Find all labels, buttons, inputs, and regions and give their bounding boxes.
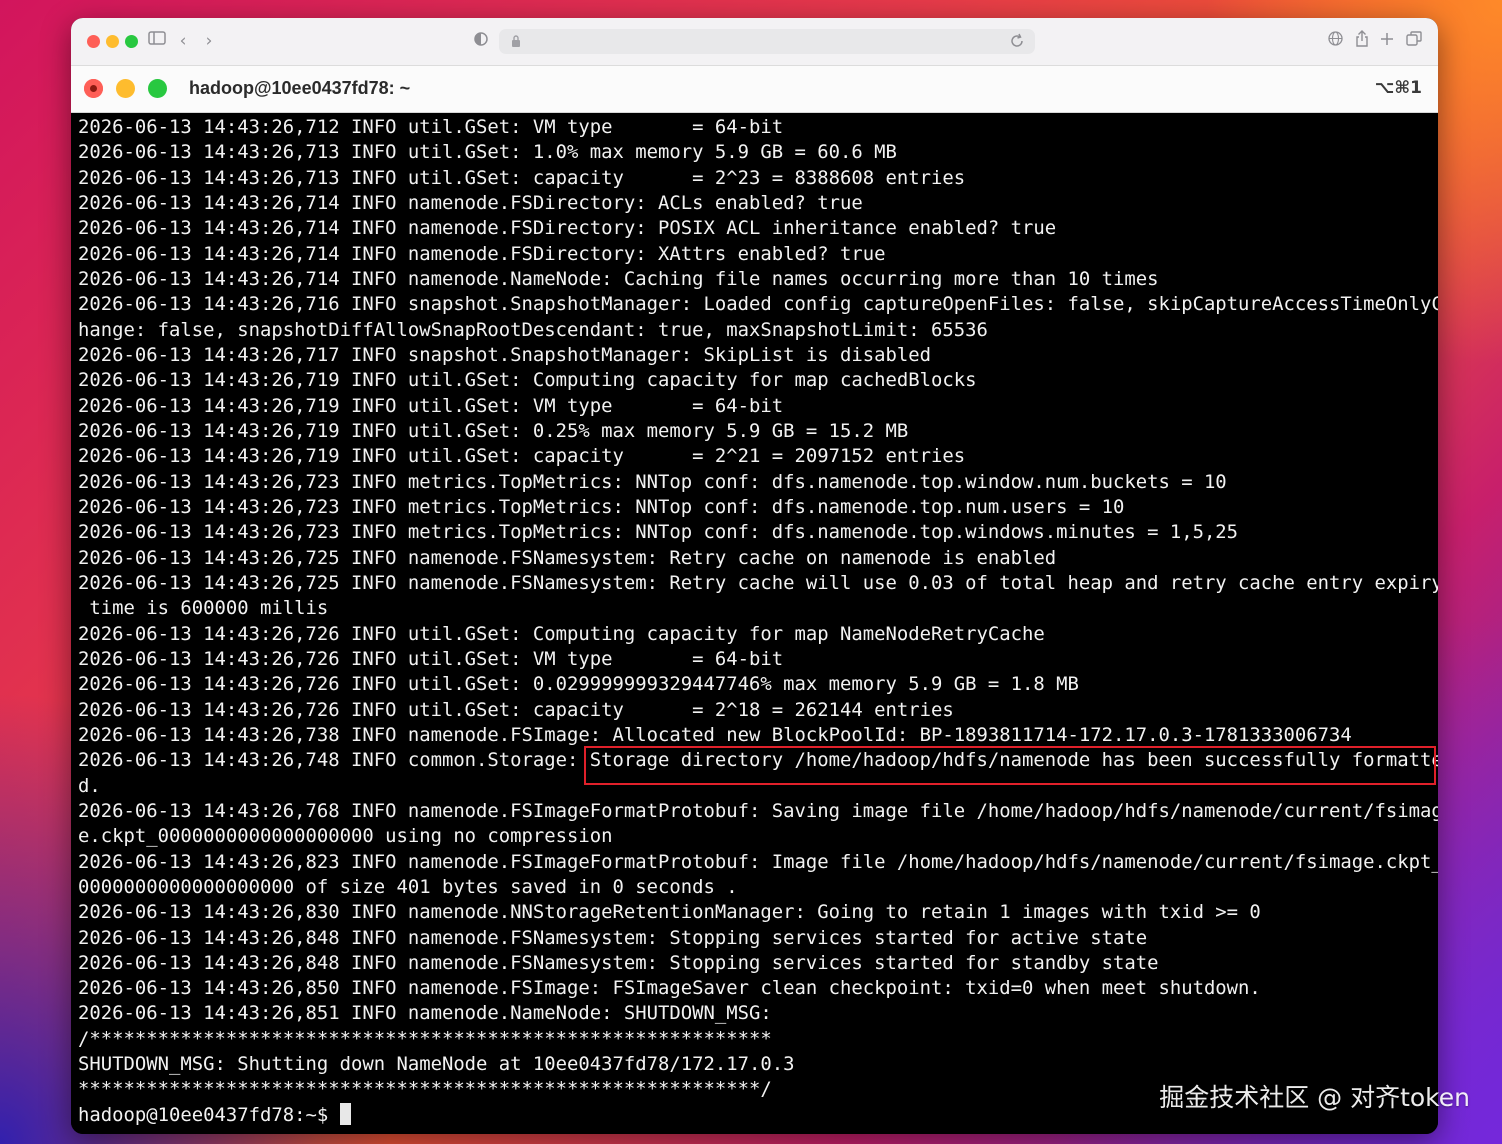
browser-toolbar: ‹ › — [71, 18, 1438, 66]
terminal-line: 2026-06-13 14:43:26,723 INFO metrics.Top… — [78, 521, 1239, 544]
terminal-line: 2026-06-13 14:43:26,712 INFO util.GSet: … — [78, 116, 784, 138]
forward-icon[interactable]: › — [201, 30, 217, 52]
globe-icon[interactable] — [1325, 30, 1345, 52]
close-window-button[interactable] — [87, 35, 100, 48]
terminal-line: 2026-06-13 14:43:26,719 INFO util.GSet: … — [78, 419, 909, 442]
maximize-window-button[interactable] — [125, 35, 138, 48]
plus-icon[interactable] — [1377, 30, 1397, 52]
minimize-window-button[interactable] — [106, 35, 119, 48]
terminal-line: 2026-06-13 14:43:26,738 INFO namenode.FS… — [78, 723, 1352, 746]
terminal-line: 2026-06-13 14:43:26,713 INFO util.GSet: … — [78, 166, 966, 189]
terminal-title: hadoop@10ee0437fd78: ~ — [189, 78, 411, 98]
terminal-line: 2026-06-13 14:43:26,719 INFO util.GSet: … — [78, 394, 784, 417]
browser-window: ‹ › hadoop@10ee0437fd78: ~ ⌥⌘1 2026-06-1… — [71, 18, 1438, 1134]
terminal-line: hange: false, snapshotDiffAllowSnapRootD… — [78, 318, 988, 341]
highlight-box — [584, 746, 1436, 785]
terminal-line: 2026-06-13 14:43:26,723 INFO metrics.Top… — [78, 470, 1227, 493]
watermark: 掘金技术社区 @ 对齐token — [1159, 1083, 1470, 1112]
terminal-line: 2026-06-13 14:43:26,823 INFO namenode.FS… — [78, 850, 1438, 873]
text-cursor — [339, 1103, 351, 1125]
terminal-output[interactable]: 2026-06-13 14:43:26,712 INFO util.GSet: … — [71, 113, 1438, 1134]
terminal-line: 2026-06-13 14:43:26,725 INFO namenode.FS… — [78, 571, 1438, 594]
terminal-line: 2026-06-13 14:43:26,726 INFO util.GSet: … — [78, 622, 1045, 645]
terminal-line: 2026-06-13 14:43:26,714 INFO namenode.FS… — [78, 191, 863, 214]
shield-half-icon[interactable] — [471, 30, 491, 52]
back-icon[interactable]: ‹ — [175, 30, 191, 52]
terminal-line: 0000000000000000000 of size 401 bytes sa… — [78, 875, 738, 898]
terminal-line: 2026-06-13 14:43:26,713 INFO util.GSet: … — [78, 141, 897, 164]
terminal-prompt[interactable]: hadoop@10ee0437fd78:~$ — [78, 1102, 351, 1128]
terminal-line: 2026-06-13 14:43:26,717 INFO snapshot.Sn… — [78, 343, 931, 366]
terminal-line: 2026-06-13 14:43:26,714 INFO namenode.FS… — [78, 217, 1057, 240]
terminal-line: 2026-06-13 14:43:26,714 INFO namenode.FS… — [78, 242, 886, 265]
terminal-line: 2026-06-13 14:43:26,726 INFO util.GSet: … — [78, 698, 954, 721]
terminal-line: 2026-06-13 14:43:26,726 INFO util.GSet: … — [78, 647, 784, 670]
terminal-line: e.ckpt_0000000000000000000 using no comp… — [78, 825, 613, 848]
terminal-maximize-button[interactable] — [148, 79, 167, 98]
reload-icon[interactable] — [1009, 33, 1025, 54]
prompt-text: hadoop@10ee0437fd78:~$ — [78, 1104, 340, 1126]
terminal-line: time is 600000 millis — [78, 597, 329, 620]
terminal-line: 2026-06-13 14:43:26,851 INFO namenode.Na… — [78, 1002, 772, 1025]
terminal-line: 2026-06-13 14:43:26,850 INFO namenode.FS… — [78, 977, 1261, 1000]
terminal-title-bar: hadoop@10ee0437fd78: ~ ⌥⌘1 — [71, 66, 1438, 113]
terminal-line: 2026-06-13 14:43:26,768 INFO namenode.FS… — [78, 799, 1438, 822]
terminal-line: 2026-06-13 14:43:26,716 INFO snapshot.Sn… — [78, 293, 1438, 316]
terminal-line: 2026-06-13 14:43:26,725 INFO namenode.FS… — [78, 546, 1057, 569]
terminal-line: 2026-06-13 14:43:26,848 INFO namenode.FS… — [78, 926, 1148, 949]
lock-icon — [511, 34, 521, 53]
share-icon[interactable] — [1352, 30, 1372, 52]
window-shortcut-label: ⌥⌘1 — [1374, 78, 1422, 98]
terminal-line: 2026-06-13 14:43:26,714 INFO namenode.Na… — [78, 267, 1159, 290]
tabs-overview-icon[interactable] — [1404, 30, 1424, 52]
terminal-line: 2026-06-13 14:43:26,830 INFO namenode.NN… — [78, 901, 1261, 924]
sidebar-icon[interactable] — [147, 30, 167, 52]
terminal-line: 2026-06-13 14:43:26,723 INFO metrics.Top… — [78, 495, 1125, 518]
terminal-line: /***************************************… — [78, 1027, 772, 1050]
terminal-line: 2026-06-13 14:43:26,726 INFO util.GSet: … — [78, 673, 1079, 696]
terminal-line: 2026-06-13 14:43:26,719 INFO util.GSet: … — [78, 369, 977, 392]
terminal-line: 2026-06-13 14:43:26,848 INFO namenode.FS… — [78, 951, 1159, 974]
terminal-minimize-button[interactable] — [116, 79, 135, 98]
terminal-line: SHUTDOWN_MSG: Shutting down NameNode at … — [78, 1053, 795, 1076]
terminal-line: 2026-06-13 14:43:26,719 INFO util.GSet: … — [78, 445, 966, 468]
terminal-log: 2026-06-13 14:43:26,712 INFO util.GSet: … — [78, 115, 1438, 1103]
terminal-close-button[interactable] — [84, 79, 103, 98]
address-bar[interactable] — [499, 29, 1035, 54]
